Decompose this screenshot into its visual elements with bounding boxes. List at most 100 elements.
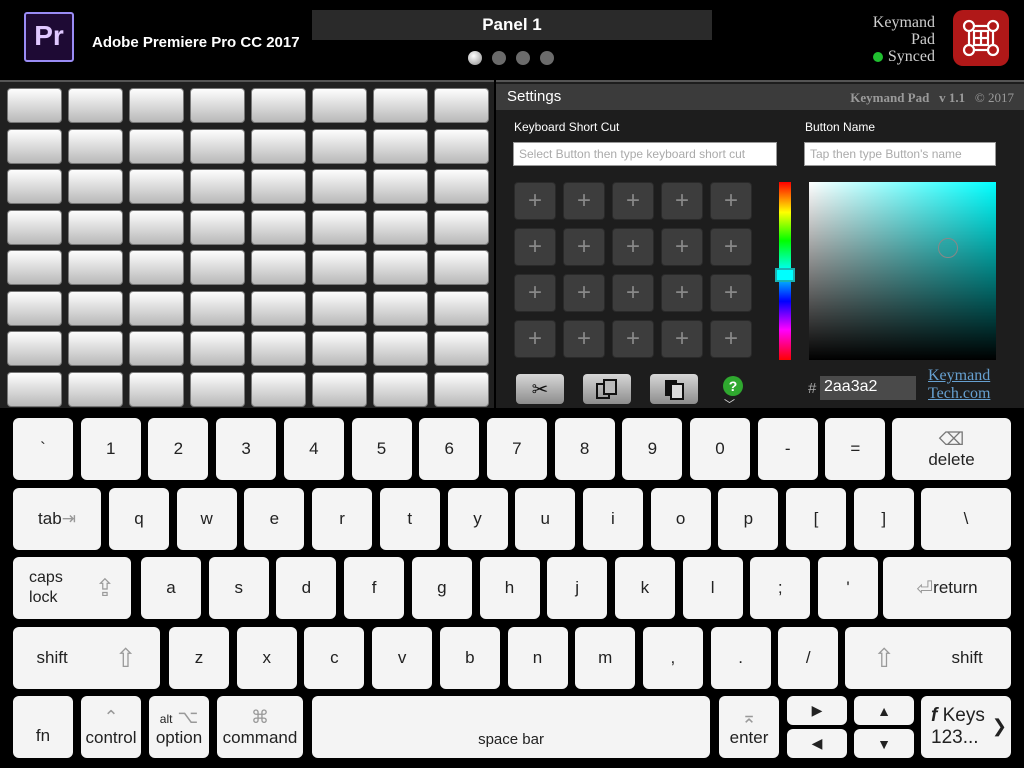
add-modifier-slot[interactable]: + (612, 228, 654, 266)
add-modifier-slot[interactable]: + (612, 320, 654, 358)
pad-button[interactable] (68, 209, 123, 245)
pad-button[interactable] (68, 88, 123, 123)
copy-button[interactable] (583, 374, 631, 404)
pad-button[interactable] (373, 290, 428, 326)
add-modifier-slot[interactable]: + (563, 182, 605, 220)
color-picker-handle[interactable] (938, 238, 958, 258)
add-modifier-slot[interactable]: + (661, 274, 703, 312)
pad-button[interactable] (312, 250, 367, 285)
enter-key[interactable]: ⌅ enter (719, 696, 779, 758)
key-letter[interactable]: e (244, 488, 305, 550)
pad-button[interactable] (68, 331, 123, 366)
pad-button[interactable] (7, 290, 62, 326)
key-7[interactable]: 7 (486, 418, 547, 480)
key-6[interactable]: 6 (419, 418, 480, 480)
key-5[interactable]: 5 (351, 418, 412, 480)
pad-button[interactable] (190, 331, 245, 366)
fn-key[interactable]: fn (13, 696, 73, 758)
pad-button[interactable] (373, 371, 428, 407)
pad-button[interactable] (434, 169, 489, 204)
pad-button[interactable] (312, 209, 367, 245)
hex-color-input[interactable]: 2aa3a2 (820, 376, 916, 400)
pad-button[interactable] (434, 290, 489, 326)
pad-button[interactable] (7, 128, 62, 164)
key-letter[interactable]: ' (818, 557, 878, 619)
pad-button[interactable] (312, 88, 367, 123)
return-key[interactable]: ⏎ return (883, 557, 1011, 619)
pad-button[interactable] (251, 128, 306, 164)
pad-button[interactable] (129, 209, 184, 245)
key-letter[interactable]: ] (853, 488, 914, 550)
control-key[interactable]: ⌃ control (81, 696, 141, 758)
key-2[interactable]: 2 (148, 418, 209, 480)
pad-button[interactable] (190, 250, 245, 285)
pad-button[interactable] (312, 169, 367, 204)
tab-key[interactable]: tab ⇥ (13, 488, 101, 550)
pad-button[interactable] (129, 371, 184, 407)
paste-button[interactable] (650, 374, 698, 404)
page-dot-2[interactable] (492, 51, 506, 65)
backslash-key[interactable]: \ (921, 488, 1011, 550)
delete-key[interactable]: ⌫ delete (892, 418, 1011, 480)
key-letter[interactable]: , (642, 627, 703, 689)
pad-button[interactable] (251, 250, 306, 285)
pad-button[interactable] (434, 88, 489, 123)
page-dot-4[interactable] (540, 51, 554, 65)
pad-button[interactable] (190, 128, 245, 164)
pad-button[interactable] (373, 250, 428, 285)
pad-button[interactable] (7, 88, 62, 123)
key-letter[interactable]: w (176, 488, 237, 550)
key-10[interactable]: 0 (690, 418, 750, 480)
add-modifier-slot[interactable]: + (661, 182, 703, 220)
add-modifier-slot[interactable]: + (612, 274, 654, 312)
add-modifier-slot[interactable]: + (514, 182, 556, 220)
shortcut-field[interactable]: Select Button then type keyboard short c… (513, 142, 777, 166)
key-letter[interactable]: [ (786, 488, 846, 550)
key-letter[interactable]: c (304, 627, 365, 689)
pad-button[interactable] (129, 290, 184, 326)
option-key[interactable]: alt ⌥ option (149, 696, 209, 758)
pad-button[interactable] (7, 209, 62, 245)
function-keys-key[interactable]: f Keys 123... ❯ (921, 696, 1011, 758)
pad-button[interactable] (68, 169, 123, 204)
pad-button[interactable] (251, 88, 306, 123)
pad-button[interactable] (129, 128, 184, 164)
pad-button[interactable] (373, 128, 428, 164)
add-modifier-slot[interactable]: + (710, 228, 752, 266)
add-modifier-slot[interactable]: + (514, 320, 556, 358)
key-letter[interactable]: p (718, 488, 779, 550)
pad-button[interactable] (7, 169, 62, 204)
key-letter[interactable]: ; (750, 557, 811, 619)
key-letter[interactable]: i (582, 488, 643, 550)
shift-left-key[interactable]: shift ⇧ (13, 627, 160, 689)
pad-button[interactable] (251, 169, 306, 204)
pad-button[interactable] (373, 209, 428, 245)
pad-button[interactable] (129, 169, 184, 204)
key-letter[interactable]: g (411, 557, 472, 619)
key-letter[interactable]: d (276, 557, 337, 619)
keymand-logo-icon[interactable] (953, 10, 1009, 66)
key-4[interactable]: 4 (283, 418, 344, 480)
page-dot-3[interactable] (516, 51, 530, 65)
pad-button[interactable] (373, 169, 428, 204)
pad-button[interactable] (68, 371, 123, 407)
caps-lock-key[interactable]: caps lock ⇪ (13, 557, 131, 619)
key-9[interactable]: 9 (622, 418, 683, 480)
key-11[interactable]: - (757, 418, 818, 480)
page-indicator[interactable] (468, 51, 554, 65)
pad-button[interactable] (434, 250, 489, 285)
help-icon[interactable]: ? (723, 376, 743, 396)
key-letter[interactable]: m (575, 627, 636, 689)
key-letter[interactable]: b (439, 627, 500, 689)
pad-button[interactable] (68, 290, 123, 326)
key-letter[interactable]: q (109, 488, 169, 550)
pad-button[interactable] (129, 331, 184, 366)
space-bar-key[interactable]: space bar (312, 696, 710, 758)
key-letter[interactable]: / (778, 627, 839, 689)
key-letter[interactable]: v (372, 627, 433, 689)
command-key[interactable]: ⌘ command (217, 696, 303, 758)
arrow-left-key[interactable]: ◀ (787, 729, 847, 758)
key-letter[interactable]: o (650, 488, 711, 550)
pad-button[interactable] (434, 331, 489, 366)
button-name-field[interactable]: Tap then type Button's name (804, 142, 996, 166)
